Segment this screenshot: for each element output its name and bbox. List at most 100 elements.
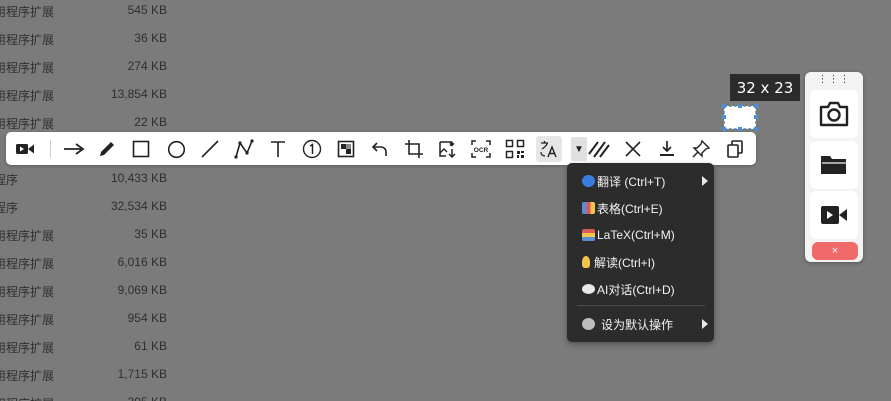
- text-tool-button[interactable]: [265, 136, 291, 162]
- menu-item-label: LaTeX(Ctrl+M): [597, 228, 675, 242]
- translate-button[interactable]: [536, 136, 562, 162]
- menu-item-set-default[interactable]: 设为默认操作: [567, 312, 714, 336]
- resize-handle-right[interactable]: [754, 115, 758, 119]
- image-edit-button[interactable]: [434, 136, 460, 162]
- lightbulb-icon: [582, 256, 590, 268]
- open-folder-button[interactable]: [810, 141, 858, 189]
- file-size: 61 KB: [134, 339, 167, 353]
- hatch-fill-button[interactable]: [586, 136, 612, 162]
- file-type: 程序: [0, 201, 19, 215]
- mosaic-tool-button[interactable]: [333, 136, 359, 162]
- polyline-icon: [234, 139, 254, 159]
- file-size: 32,534 KB: [110, 199, 167, 213]
- camera-icon: [819, 101, 849, 127]
- crop-icon: [405, 140, 423, 158]
- pencil-tool-button[interactable]: [94, 136, 120, 162]
- menu-item-table[interactable]: 表格(Ctrl+E): [567, 196, 714, 220]
- line-tool-button[interactable]: [197, 136, 223, 162]
- close-icon: ×: [831, 245, 839, 257]
- rectangle-tool-button[interactable]: [128, 136, 154, 162]
- file-size: 6,016 KB: [117, 255, 167, 269]
- ocr-button[interactable]: OCR: [468, 136, 494, 162]
- screenshot-button[interactable]: [810, 90, 858, 138]
- menu-item-interpret[interactable]: 解读(Ctrl+I): [567, 250, 714, 274]
- ocr-icon: OCR: [471, 140, 491, 158]
- file-row: 用程序扩展 61 KB: [0, 332, 200, 360]
- panel-close-button[interactable]: ×: [812, 242, 858, 260]
- file-size: 305 KB: [128, 395, 167, 401]
- screen-record-button[interactable]: [810, 191, 858, 239]
- background-file-list: 用程序扩展 545 KB 用程序扩展 36 KB 用程序扩展 274 KB 用程序扩展 13,…: [0, 0, 200, 401]
- ellipse-tool-button[interactable]: [163, 136, 189, 162]
- file-type: 用程序扩展: [0, 369, 55, 383]
- pin-button[interactable]: [688, 136, 714, 162]
- download-icon: [660, 141, 674, 156]
- file-size: 36 KB: [134, 31, 167, 45]
- file-row: 程序 10,433 KB: [0, 164, 200, 192]
- file-type: 用程序扩展: [0, 285, 55, 299]
- drag-handle-icon[interactable]: ⋮⋮⋮: [805, 74, 863, 85]
- submenu-arrow-icon: [702, 176, 708, 186]
- latex-icon: [582, 229, 595, 241]
- translate-dropdown-button[interactable]: ▼: [571, 137, 587, 161]
- menu-item-latex[interactable]: LaTeX(Ctrl+M): [567, 223, 714, 247]
- numbered-marker-icon: [302, 139, 322, 159]
- resize-handle-top[interactable]: [738, 104, 742, 108]
- file-row: 用程序扩展 545 KB: [0, 0, 200, 24]
- resize-handle-bottom-left[interactable]: [722, 127, 726, 131]
- rectangle-icon: [132, 140, 150, 158]
- menu-item-label: 翻译 (Ctrl+T): [597, 174, 666, 189]
- file-size: 545 KB: [127, 3, 167, 17]
- file-size: 1,715 KB: [117, 367, 167, 381]
- selection-size-text: 32 x 23: [736, 78, 794, 97]
- selection-rectangle[interactable]: [722, 104, 758, 131]
- undo-button[interactable]: [367, 136, 393, 162]
- file-row: 用程序扩展 274 KB: [0, 52, 200, 80]
- save-button[interactable]: [654, 136, 680, 162]
- translate-options-menu: 翻译 (Ctrl+T) 表格(Ctrl+E) LaTeX(Ctrl+M) 解读(…: [567, 163, 714, 342]
- file-type: 用程序扩展: [0, 229, 55, 243]
- qr-code-button[interactable]: [502, 136, 528, 162]
- text-icon: [271, 141, 285, 157]
- file-size: 35 KB: [134, 227, 167, 241]
- resize-handle-top-left[interactable]: [722, 104, 726, 108]
- file-type: 用程序扩展: [0, 33, 55, 47]
- pin-icon: [692, 139, 711, 158]
- file-row: 用程序扩展 13,854 KB: [0, 80, 200, 108]
- file-type: 用程序扩展: [0, 257, 55, 271]
- globe-icon: [582, 175, 595, 187]
- file-row: 用程序扩展 954 KB: [0, 304, 200, 332]
- line-icon: [201, 140, 219, 158]
- arrow-tool-button[interactable]: [61, 136, 87, 162]
- file-type: 程序: [0, 173, 19, 187]
- crop-button[interactable]: [401, 136, 427, 162]
- selection-size-tooltip: 32 x 23: [730, 74, 800, 101]
- record-video-button[interactable]: [12, 136, 38, 162]
- ocr-icon-label: OCR: [474, 147, 489, 154]
- file-size: 10,433 KB: [110, 171, 167, 185]
- cancel-button[interactable]: [620, 136, 646, 162]
- ellipse-icon: [167, 140, 185, 158]
- hatch-icon: [588, 141, 610, 158]
- image-edit-icon: [439, 141, 456, 159]
- file-type: 用程序扩展: [0, 395, 54, 401]
- menu-item-ai-chat[interactable]: AI对话(Ctrl+D): [567, 277, 714, 301]
- copy-button[interactable]: [722, 136, 748, 162]
- resize-handle-top-right[interactable]: [754, 104, 758, 108]
- file-size: 954 KB: [127, 311, 167, 325]
- file-size: 13,854 KB: [110, 87, 167, 101]
- numbered-marker-tool-button[interactable]: [299, 136, 325, 162]
- file-row: 用程序扩展 1,715 KB: [0, 360, 200, 388]
- menu-item-translate[interactable]: 翻译 (Ctrl+T): [567, 169, 714, 193]
- resize-handle-bottom-right[interactable]: [754, 127, 758, 131]
- resize-handle-bottom[interactable]: [738, 127, 742, 131]
- toolbar-divider: [50, 140, 51, 158]
- pencil-icon: [100, 142, 114, 156]
- qr-code-icon: [505, 139, 525, 159]
- record-video-icon: [16, 144, 34, 154]
- menu-item-label: 解读(Ctrl+I): [594, 255, 655, 270]
- file-row: 用程序扩展 305 KB: [0, 388, 200, 401]
- file-type: 用程序扩展: [0, 89, 55, 103]
- polyline-tool-button[interactable]: [231, 136, 257, 162]
- resize-handle-left[interactable]: [722, 115, 726, 119]
